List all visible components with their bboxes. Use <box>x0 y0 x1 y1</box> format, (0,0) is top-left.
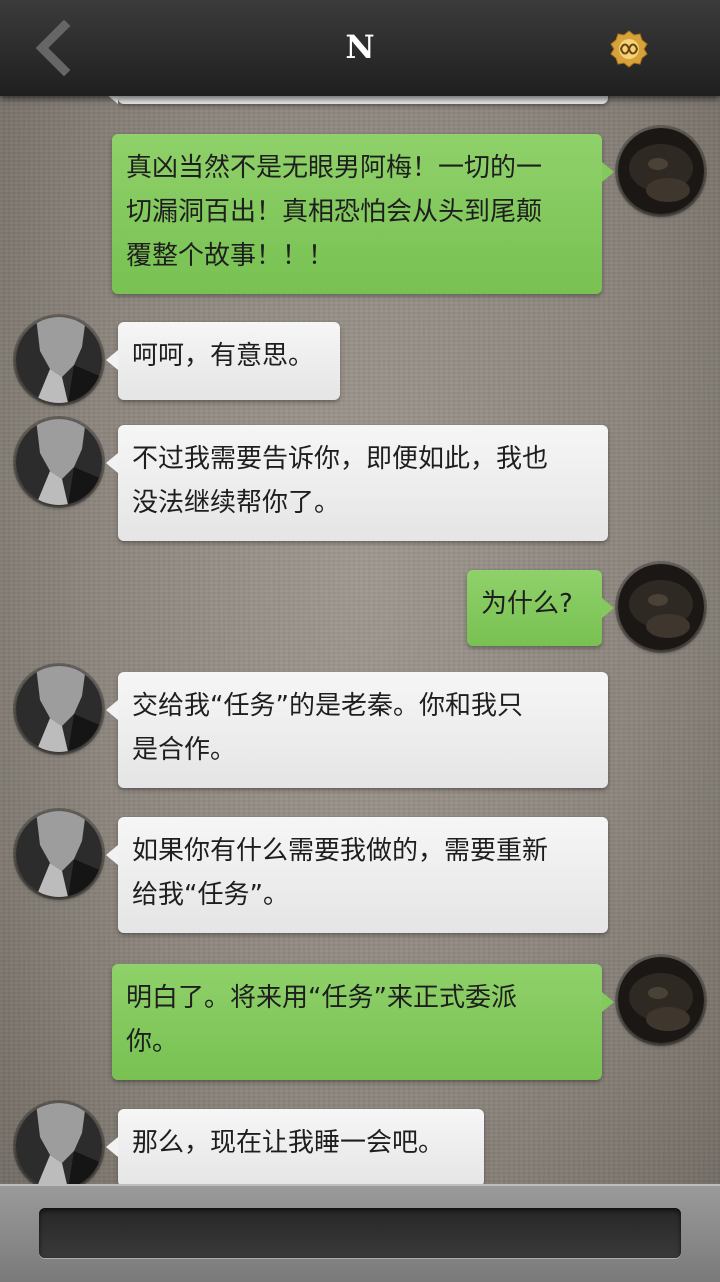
message-text-line: 为什么? <box>481 589 573 619</box>
infinity-badge-icon <box>610 30 648 68</box>
infinity-badge-button[interactable] <box>610 30 648 68</box>
composer-bar <box>0 1184 720 1282</box>
message-bubble-outgoing: 真凶当然不是无眼男阿梅！一切的一 切漏洞百出！真相恐怕会从头到尾颠 覆整个故事！… <box>112 134 614 294</box>
contact-avatar[interactable] <box>16 811 102 897</box>
message-text-line: 不过我需要告诉你，即便如此，我也 <box>132 444 549 474</box>
message-text-line: 交给我“任务”的是老秦。你和我只 <box>132 691 523 721</box>
message-input[interactable] <box>39 1208 681 1258</box>
message-bubble-incoming: 不过我需要告诉你，即便如此，我也 没法继续帮你了。 <box>106 425 608 541</box>
message-text-line: 如果你有什么需要我做的，需要重新 <box>132 836 549 866</box>
message-text-line: 切漏洞百出！真相恐怕会从头到尾颠 <box>126 197 543 227</box>
message-text-line: 明白了。将来用“任务”来正式委派 <box>126 983 517 1013</box>
message-text-line: 没法继续帮你了。 <box>132 488 341 518</box>
message-bubble-outgoing: 为什么? <box>467 570 614 646</box>
message-text-line: 给我“任务”。 <box>132 880 289 910</box>
message-bubble-incoming: 如果你有什么需要我做的，需要重新 给我“任务”。 <box>106 817 608 933</box>
contact-avatar[interactable] <box>16 666 102 752</box>
message-text-line: 呵呵，有意思。 <box>132 341 315 371</box>
top-bar: N <box>0 0 720 96</box>
message-text-line: 覆整个故事！！！ <box>126 241 335 271</box>
my-avatar[interactable] <box>618 564 704 650</box>
message-bubble-incoming: 那么，现在让我睡一会吧。 <box>106 1109 484 1184</box>
message-bubble-clipped <box>106 96 608 104</box>
message-bubble-incoming: 呵呵，有意思。 <box>106 322 340 400</box>
chat-area[interactable]: 真凶当然不是无眼男阿梅！一切的一 切漏洞百出！真相恐怕会从头到尾颠 覆整个故事！… <box>0 96 720 1184</box>
my-avatar[interactable] <box>618 128 704 214</box>
contact-avatar[interactable] <box>16 419 102 505</box>
message-text-line: 那么，现在让我睡一会吧。 <box>132 1128 445 1158</box>
contact-avatar[interactable] <box>16 1103 102 1184</box>
message-bubble-outgoing: 明白了。将来用“任务”来正式委派 你。 <box>112 964 614 1080</box>
message-text-line: 真凶当然不是无眼男阿梅！一切的一 <box>126 153 543 183</box>
message-text-line: 是合作。 <box>132 735 237 765</box>
message-bubble-incoming: 交给我“任务”的是老秦。你和我只 是合作。 <box>106 672 608 788</box>
contact-avatar[interactable] <box>16 317 102 403</box>
my-avatar[interactable] <box>618 957 704 1043</box>
message-text-line: 你。 <box>126 1027 179 1057</box>
